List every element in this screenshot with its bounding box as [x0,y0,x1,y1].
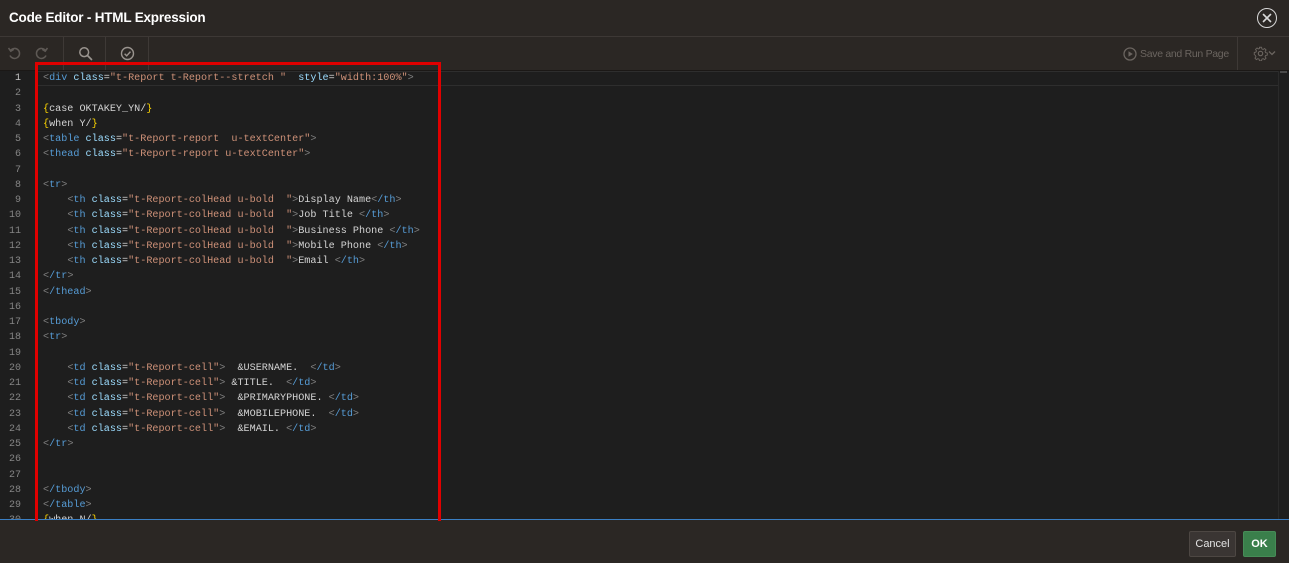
vertical-scrollbar[interactable] [1278,71,1289,520]
code-line[interactable]: </tr> [43,269,73,284]
line-number: 29 [8,500,21,511]
close-icon [1262,13,1272,23]
search-button[interactable] [77,45,93,61]
line-number: 16 [8,301,21,313]
code-line[interactable]: <tr> [43,178,67,193]
code-line[interactable]: <td class="t-Report-cell"> &TITLE. </td> [43,376,316,391]
save-and-run-label: Save and Run Page [1140,48,1229,60]
line-number: 10 [8,210,21,222]
redo-icon [35,47,48,59]
undo-icon [7,47,20,59]
line-number: 17 [8,317,21,328]
validate-check-icon [120,46,134,60]
code-line[interactable]: <th class="t-Report-colHead u-bold ">Ema… [43,254,365,269]
line-number: 2 [14,88,21,100]
line-number: 24 [8,423,21,435]
code-line[interactable]: <th class="t-Report-colHead u-bold ">Mob… [43,239,407,254]
code-line[interactable]: </tbody> [43,483,92,498]
line-number: 12 [8,240,21,252]
toolbar-divider [63,37,64,70]
code-line[interactable]: {when Y/} [43,117,98,132]
toolbar-divider [148,37,149,70]
validate-button[interactable] [119,45,135,61]
play-icon [1123,47,1137,61]
code-line[interactable]: {case OKTAKEY_YN/} [43,102,152,117]
close-button[interactable] [1257,8,1277,28]
line-number: 1 [14,73,21,84]
line-number: 19 [8,347,21,359]
code-line[interactable]: <thead class="t-Report-report u-textCent… [43,147,310,162]
toolbar-divider [1237,37,1238,70]
settings-menu-button[interactable] [1251,45,1277,61]
code-line[interactable]: <div class="t-Report t-Report--stretch "… [43,71,414,86]
cancel-button[interactable]: Cancel [1189,531,1236,557]
line-number: 15 [8,286,21,298]
line-number: 5 [14,134,21,145]
line-number: 28 [8,484,21,496]
ok-button[interactable]: OK [1243,531,1276,557]
code-line[interactable]: <td class="t-Report-cell"> &EMAIL. </td> [43,422,316,437]
code-line[interactable]: </thead> [43,285,92,300]
line-number: 27 [8,469,21,481]
code-line[interactable]: <tbody> [43,315,86,330]
line-number: 22 [8,393,21,405]
line-number: 7 [14,164,21,176]
line-number: 21 [8,378,21,389]
line-number: 13 [8,256,21,267]
gear-icon [1253,46,1268,61]
code-line[interactable]: <th class="t-Report-colHead u-bold ">Bus… [43,224,419,239]
line-number: 4 [14,118,21,130]
code-line[interactable]: <table class="t-Report-report u-textCent… [43,132,316,147]
line-number: 23 [8,408,21,420]
editor-toolbar: Save and Run Page [0,37,1289,71]
line-number: 3 [14,103,21,115]
editor-bottom-border [0,519,1289,520]
line-number: 25 [8,439,21,450]
redo-button[interactable] [33,45,49,61]
line-number: 20 [8,362,21,374]
code-editor[interactable]: 1 2 3 4 5 6 7 8 9 10 11 12 13 14 15 16 17 18 19 20 21 22 23 24 2… [0,71,1289,520]
toolbar-divider [105,37,106,70]
undo-button[interactable] [6,45,22,61]
line-number: 6 [14,149,21,161]
code-line[interactable]: <td class="t-Report-cell"> &USERNAME. </… [43,361,340,376]
line-number: 18 [8,332,21,344]
line-number: 26 [8,454,21,466]
code-line[interactable]: <th class="t-Report-colHead u-bold ">Dis… [43,193,401,208]
scrollbar-thumb[interactable] [1280,71,1287,73]
code-line[interactable]: <th class="t-Report-colHead u-bold ">Job… [43,208,389,223]
line-number: 8 [14,179,21,191]
code-line[interactable]: <td class="t-Report-cell"> &PRIMARYPHONE… [43,391,359,406]
chevron-down-icon [1268,51,1275,56]
code-line[interactable]: </table> [43,498,92,513]
save-and-run-button[interactable]: Save and Run Page [1123,46,1229,62]
code-line[interactable]: <td class="t-Report-cell"> &MOBILEPHONE.… [43,407,359,422]
code-line[interactable]: </tr> [43,437,73,452]
line-number: 9 [14,195,21,206]
search-icon [78,46,92,60]
code-line[interactable]: <tr> [43,330,67,345]
dialog-titlebar: Code Editor - HTML Expression [0,0,1289,37]
dialog-footer: Cancel OK [0,521,1289,563]
line-number-gutter: 1 2 3 4 5 6 7 8 9 10 11 12 13 14 15 16 17 18 19 20 21 22 23 24 2… [0,71,36,520]
line-number: 11 [8,225,21,237]
line-number: 14 [8,271,21,283]
dialog-title: Code Editor - HTML Expression [9,10,206,25]
